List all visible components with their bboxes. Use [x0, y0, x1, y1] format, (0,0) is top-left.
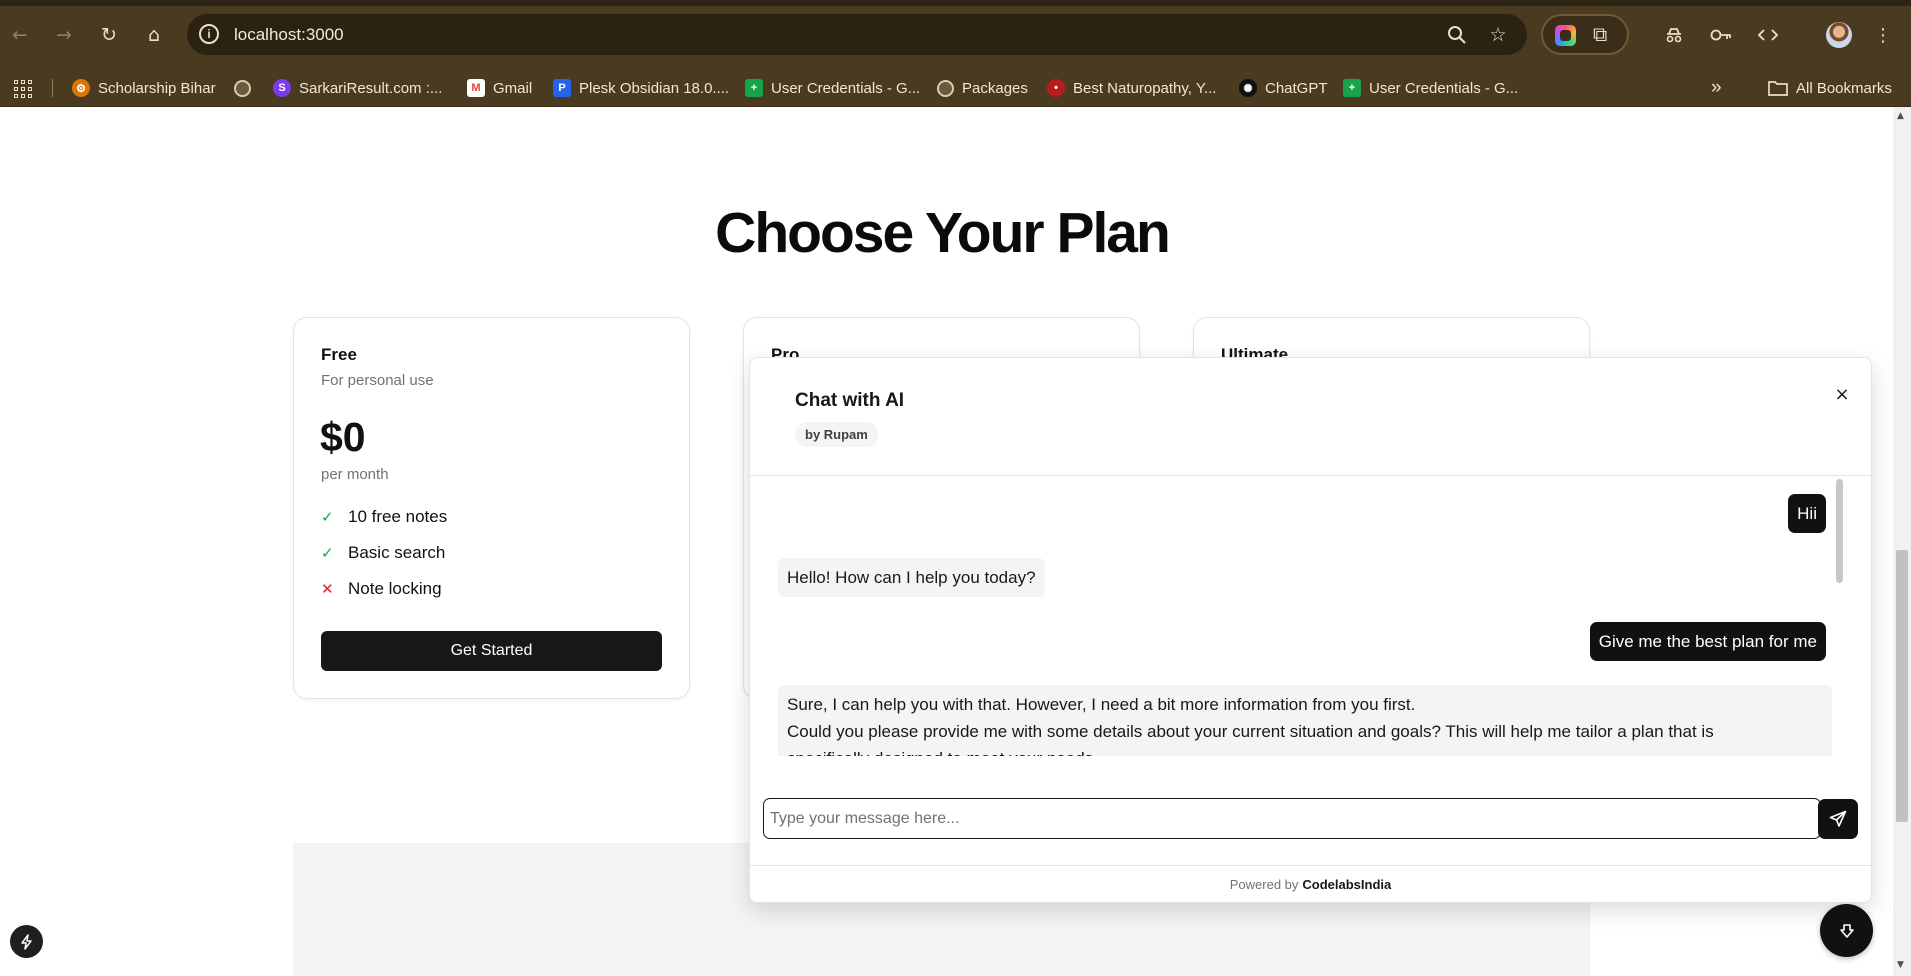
devtools-code-icon[interactable]	[1754, 21, 1782, 49]
site-info-icon[interactable]: i	[199, 24, 219, 44]
bookmark-plesk[interactable]: P Plesk Obsidian 18.0....	[553, 69, 729, 107]
bookmarks-separator	[52, 79, 53, 97]
user-message: Give me the best plan for me	[1589, 622, 1826, 661]
folder-icon	[1768, 81, 1788, 96]
cross-icon: ✕	[321, 580, 334, 598]
bookmark-globe[interactable]	[234, 69, 251, 107]
powered-by-brand[interactable]: CodelabsIndia	[1302, 877, 1391, 892]
bookmark-naturopathy[interactable]: • Best Naturopathy, Y...	[1047, 69, 1216, 107]
plan-period: per month	[321, 466, 389, 483]
all-bookmarks-button[interactable]: All Bookmarks	[1768, 69, 1892, 107]
bookmarks-overflow-chevron-icon[interactable]: »	[1711, 69, 1722, 107]
bookmark-label: Scholarship Bihar	[98, 79, 216, 97]
assistant-message-line: Sure, I can help you with that. However,…	[787, 695, 1416, 714]
check-icon: ✓	[321, 544, 334, 562]
incognito-icon[interactable]	[1660, 21, 1688, 49]
assistant-message-line: Could you please provide me with some de…	[787, 722, 1714, 741]
feature-text: 10 free notes	[348, 507, 448, 526]
scroll-down-arrow-icon[interactable]: ▼	[1897, 960, 1904, 970]
chat-messages[interactable]: Hii Hello! How can I help you today? Giv…	[750, 477, 1871, 756]
extensions-group: ⧉	[1541, 14, 1629, 55]
bookmark-label: User Credentials - G...	[1369, 79, 1519, 97]
feature-text: Basic search	[348, 543, 446, 562]
globe-icon	[937, 79, 954, 97]
bookmarks-bar: ⚙ Scholarship Bihar S SarkariResult.com …	[0, 69, 1911, 107]
browser-toolbar: ← → ↻ ⌂ i localhost:3000 ☆ ⧉ ⋮	[0, 0, 1911, 69]
profile-avatar[interactable]	[1826, 22, 1852, 48]
apps-grid-icon[interactable]	[14, 80, 32, 98]
forward-icon[interactable]: →	[50, 21, 78, 49]
chat-title: Chat with AI	[795, 390, 905, 411]
bookmark-label: User Credentials - G...	[771, 79, 921, 97]
bookmark-label: SarkariResult.com :...	[299, 79, 443, 97]
bookmark-user-credentials-1[interactable]: + User Credentials - G...	[745, 69, 920, 107]
scholarship-icon: ⚙	[72, 79, 90, 97]
page-scrollbar[interactable]: ▲ ▼	[1893, 107, 1911, 976]
plan-price: $0	[320, 414, 366, 460]
bookmark-label: ChatGPT	[1265, 79, 1328, 97]
home-icon[interactable]: ⌂	[140, 21, 168, 49]
bookmark-user-credentials-2[interactable]: + User Credentials - G...	[1343, 69, 1518, 107]
address-bar[interactable]: i localhost:3000 ☆	[187, 14, 1527, 55]
chat-message-input[interactable]	[763, 798, 1821, 839]
puzzle-icon[interactable]: ⧉	[1593, 22, 1607, 46]
user-message: Hii	[1788, 494, 1826, 533]
menu-icon[interactable]: ⋮	[1869, 21, 1897, 49]
scroll-up-arrow-icon[interactable]: ▲	[1897, 111, 1904, 121]
assistant-message: Hello! How can I help you today?	[778, 558, 1045, 597]
bookmark-scholarship-bihar[interactable]: ⚙ Scholarship Bihar	[72, 69, 216, 107]
tab-strip-edge	[0, 0, 1911, 6]
chat-toggle-button[interactable]	[1820, 904, 1873, 957]
send-icon	[1829, 810, 1847, 827]
bookmark-chatgpt[interactable]: ✺ ChatGPT	[1239, 69, 1328, 107]
chatgpt-icon: ✺	[1239, 79, 1257, 97]
sarkari-icon: S	[273, 79, 291, 97]
plesk-icon: P	[553, 79, 571, 97]
feature-text: Note locking	[348, 579, 442, 598]
naturopathy-icon: •	[1047, 79, 1065, 97]
back-icon[interactable]: ←	[6, 21, 34, 49]
assistant-message-line: specifically designed to meet your needs…	[787, 745, 1823, 756]
page-title: Choose Your Plan	[715, 201, 1171, 265]
bookmark-sarkariresult[interactable]: S SarkariResult.com :...	[273, 69, 442, 107]
sheets-icon: +	[1343, 79, 1361, 97]
all-bookmarks-label: All Bookmarks	[1796, 79, 1892, 97]
sheets-icon: +	[745, 79, 763, 97]
assistant-message: Sure, I can help you with that. However,…	[778, 685, 1832, 756]
bookmark-gmail[interactable]: M Gmail	[467, 69, 532, 107]
chat-header: Chat with AI by Rupam ×	[750, 358, 1871, 476]
check-icon: ✓	[321, 508, 334, 526]
zoom-icon[interactable]	[1444, 22, 1470, 48]
close-icon[interactable]: ×	[1832, 384, 1852, 405]
bookmark-packages[interactable]: Packages	[937, 69, 1028, 107]
get-started-button[interactable]: Get Started	[321, 631, 662, 671]
globe-icon	[234, 79, 251, 97]
url-text[interactable]: localhost:3000	[234, 25, 344, 45]
chat-footer: Powered by CodelabsIndia	[750, 865, 1871, 902]
chat-widget: Chat with AI by Rupam × Hii Hello! How c…	[749, 357, 1872, 903]
bookmark-label: Plesk Obsidian 18.0....	[579, 79, 730, 97]
key-icon[interactable]	[1707, 21, 1735, 49]
gmail-icon: M	[467, 79, 485, 97]
page-scrollbar-thumb[interactable]	[1896, 550, 1908, 822]
chat-toggle-icon	[1839, 923, 1854, 938]
plan-name: Free	[321, 345, 357, 364]
plan-feature: ✕ Note locking	[321, 579, 442, 599]
color-extension-icon[interactable]	[1555, 25, 1576, 46]
bookmark-label: Best Naturopathy, Y...	[1073, 79, 1217, 97]
plan-card-free: Free For personal use $0 per month ✓ 10 …	[293, 317, 690, 699]
powered-by-text: Powered by	[1229, 877, 1299, 892]
plan-feature: ✓ 10 free notes	[321, 507, 447, 527]
bookmark-label: Gmail	[493, 79, 533, 97]
plan-feature: ✓ Basic search	[321, 543, 445, 563]
star-icon[interactable]: ☆	[1485, 22, 1511, 48]
lightning-icon[interactable]	[10, 925, 43, 958]
bookmark-label: Packages	[962, 79, 1028, 97]
plan-description: For personal use	[321, 372, 434, 389]
reload-icon[interactable]: ↻	[95, 21, 123, 49]
chat-author-badge: by Rupam	[795, 422, 878, 447]
chat-scrollbar-thumb[interactable]	[1836, 479, 1843, 583]
send-button[interactable]	[1818, 799, 1858, 839]
